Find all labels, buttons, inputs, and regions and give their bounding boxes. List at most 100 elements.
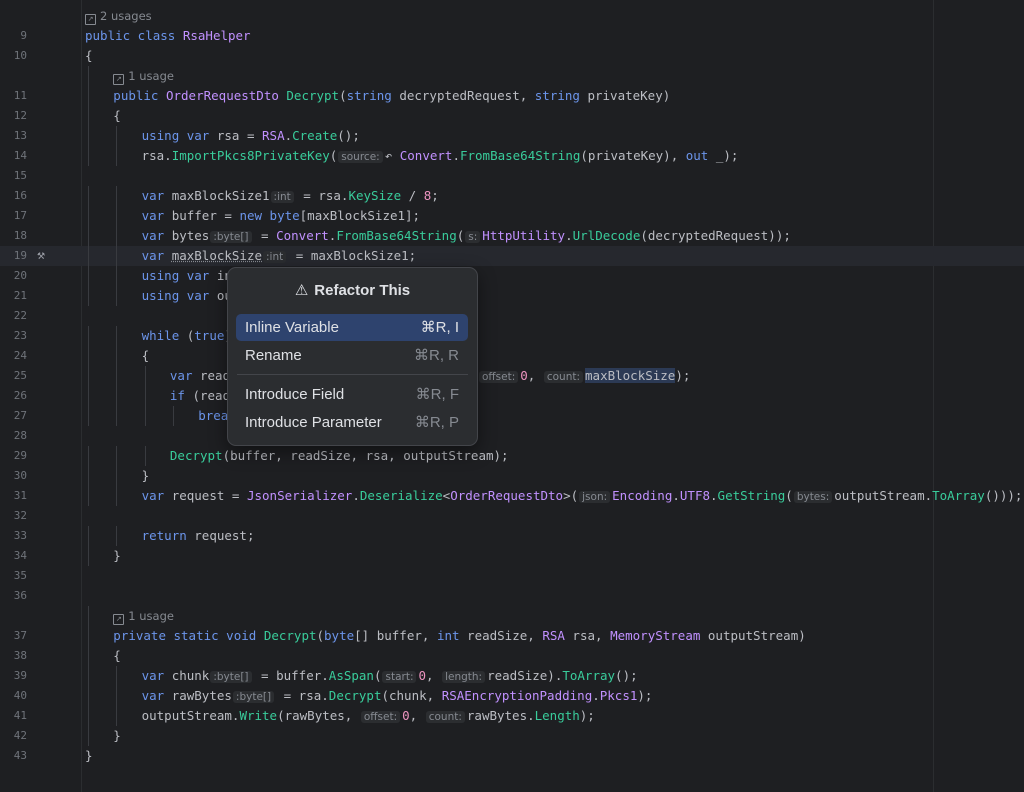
code-text[interactable]: var maxBlockSize:int = maxBlockSize1; [142,246,416,267]
indent-guide [88,366,89,386]
menu-item-shortcut: ⌘R, R [414,347,459,364]
refactor-icon: ⚠ [294,282,309,299]
line-number: 11 [13,89,27,102]
code-text[interactable]: using var ou [142,286,232,306]
code-line-20: 20 using var in [0,266,1024,286]
code-token: ())); [984,488,1023,503]
menu-item-introduce-field[interactable]: Introduce Field ⌘R, F [236,381,468,408]
code-text[interactable]: brea [198,406,228,426]
line-number: 21 [13,289,27,302]
code-token: = rsa. [295,188,349,203]
code-text[interactable]: private static void Decrypt(byte[] buffe… [113,626,805,646]
code-text[interactable]: var chunk:byte[] = buffer.AsSpan(start: 0… [142,666,638,687]
code-text[interactable]: ↗ 1 usage [113,66,174,86]
usages-link[interactable]: ↗ 1 usage [113,69,174,85]
code-text-tail[interactable]: offset: 0, count: maxBlockSize); [478,366,690,387]
code-text[interactable]: var buffer = new byte[maxBlockSize1]; [142,206,420,226]
indent-guide [144,386,146,406]
line-number: 27 [13,409,27,422]
popup-separator [237,374,468,375]
code-text[interactable]: return request; [142,526,255,546]
code-text[interactable]: rsa.ImportPkcs8PrivateKey(source: ↶ Conve… [142,146,738,167]
code-text[interactable]: while (true) [142,326,232,346]
code-text[interactable]: } [85,746,93,766]
menu-item-label: Introduce Parameter [245,414,382,431]
code-text[interactable]: var read [170,366,230,386]
code-token: using var [141,128,217,143]
menu-item-introduce-parameter[interactable]: Introduce Parameter ⌘R, P [236,409,468,436]
code-text[interactable]: { [85,46,93,66]
menu-item-inline-variable[interactable]: Inline Variable ⌘R, I [236,314,468,341]
code-token: readSize, [467,628,543,643]
code-token: . [672,488,680,503]
inlay-hint: :byte[] [210,231,252,243]
line-number: 9 [20,29,27,42]
code-line-37: 37 private static void Decrypt(byte[] buf… [0,626,1024,646]
indent-guide [88,206,89,226]
code-text[interactable]: { [142,346,150,366]
code-text[interactable]: ↗ 1 usage [113,606,174,626]
line-number: 33 [13,529,27,542]
code-token: } [113,548,121,563]
line-number: 28 [13,429,27,442]
usages-link[interactable]: ↗ 1 usage [113,609,174,625]
code-token: ( [785,488,793,503]
indent-guide [116,466,118,486]
code-text[interactable]: using var rsa = RSA.Create(); [142,126,360,146]
line-number: 22 [13,309,27,322]
code-token: ToArray [562,668,616,683]
code-text[interactable]: var rawBytes:byte[] = rsa.Decrypt(chunk,… [142,686,652,707]
code-line-38: 38 { [0,646,1024,666]
code-token: out [685,148,716,163]
code-token: public [113,88,166,103]
usages-link[interactable]: ↗ 2 usages [85,9,152,25]
hammer-icon[interactable]: ⚒ [33,248,49,264]
code-text[interactable]: var maxBlockSize1:int = rsa.KeySize / 8; [142,186,439,207]
indent-guide [88,486,89,506]
code-line-12: 12 { [0,106,1024,126]
code-token: new byte [239,208,300,223]
code-text[interactable]: } [142,466,150,486]
code-text[interactable]: Decrypt(buffer, readSize, rsa, outputStr… [170,446,509,466]
code-text[interactable]: { [113,646,121,666]
indent-guide [144,366,146,386]
code-line-39: 39 var chunk:byte[] = buffer.AsSpan(start… [0,666,1024,686]
indent-guide [88,146,89,166]
code-text[interactable]: ↗ 2 usages [85,6,152,26]
code-token: ; [431,188,439,203]
code-token: (); [337,128,360,143]
code-text[interactable]: { [113,106,121,126]
code-line-19: 19 ⚒ var maxBlockSize:int = maxBlockSize1; [0,246,1024,266]
code-line-35: 35 [0,566,1024,586]
code-text[interactable]: var bytes:byte[] = Convert. FromBase64Str… [142,226,791,247]
code-text[interactable]: outputStream.Write(rawBytes, offset: 0, c… [142,706,595,727]
code-token: KeySize [348,188,402,203]
code-text[interactable]: } [113,546,121,566]
line-number: 15 [13,169,27,182]
code-token: string [346,88,400,103]
popup-title-text: Refactor This [314,282,411,299]
code-text[interactable]: using var in [142,266,232,286]
code-token: readSize). [487,668,563,683]
inlay-hint: json: [579,491,611,503]
code-token: ( [373,668,382,683]
code-editor[interactable]: ↗ 2 usages 9 public class RsaHelper 10{↗ 1 us… [0,0,1024,792]
code-text[interactable]: if (read [170,386,230,406]
code-line-23: 23 while (true) [0,326,1024,346]
code-token: using var [141,288,217,303]
code-text[interactable]: var request = JsonSerializer.Deserialize… [142,486,1023,507]
inlay-hint: source: [338,151,383,163]
code-text[interactable]: public OrderRequestDto Decrypt(string de… [113,86,670,106]
code-line-31: 31 var request = JsonSerializer.Deseriali… [0,486,1024,506]
code-token: chunk [171,668,210,683]
code-text[interactable]: } [113,726,121,746]
indent-guide [88,666,89,686]
line-number: 42 [13,729,27,742]
code-token: AsSpan [328,668,374,683]
code-token: RSAEncryptionPadding [441,688,593,703]
inlay-hint: offset: [360,711,401,723]
line-number: 31 [13,489,27,502]
menu-item-rename[interactable]: Rename ⌘R, R [236,342,468,369]
code-token: string [534,88,588,103]
code-text[interactable]: public class RsaHelper [85,26,251,46]
